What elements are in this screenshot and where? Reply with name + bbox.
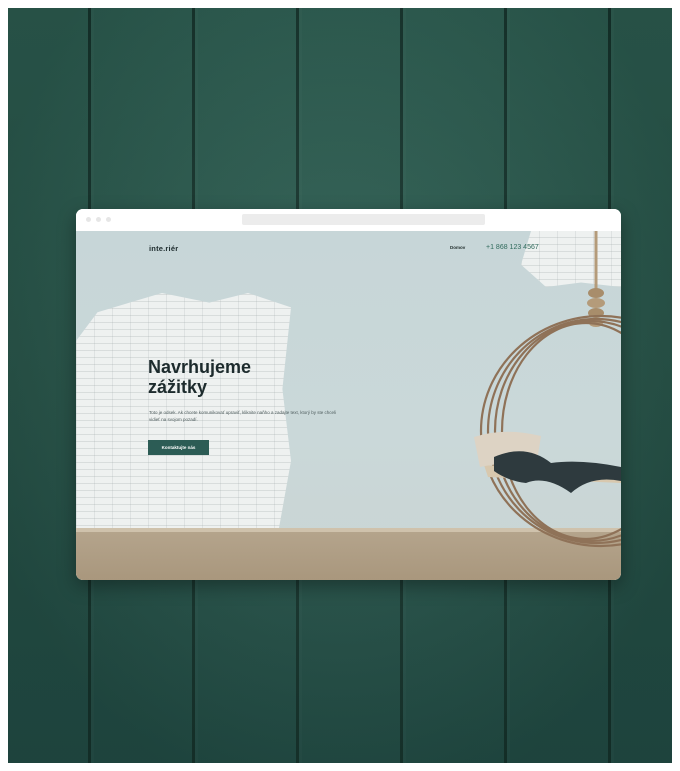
hero-subtext: Toto je odsek. Ak chcete komunikovať upr…: [149, 410, 336, 422]
window-dot-icon[interactable]: [96, 217, 101, 222]
window-dot-icon[interactable]: [86, 217, 91, 222]
hero-section: inte.riér Domov +1 868 123 4567 Navrhuje…: [76, 231, 621, 580]
nav-link-home[interactable]: Domov: [450, 245, 465, 250]
hanging-swing-illustration: [474, 231, 621, 548]
site-logo[interactable]: inte.riér: [149, 244, 178, 253]
hero-headline: Navrhujeme zážitky: [148, 357, 328, 397]
phone-number[interactable]: +1 868 123 4567: [486, 244, 539, 251]
contact-button[interactable]: Kontaktujte nás: [148, 440, 209, 455]
window-dot-icon[interactable]: [106, 217, 111, 222]
browser-mockup-window: inte.riér Domov +1 868 123 4567 Navrhuje…: [76, 209, 621, 580]
headline-line: Navrhujeme: [148, 357, 252, 377]
browser-toolbar: [76, 209, 621, 231]
swing-rings: [479, 314, 621, 548]
address-bar[interactable]: [242, 214, 485, 225]
headline-line: zážitky: [148, 377, 208, 397]
